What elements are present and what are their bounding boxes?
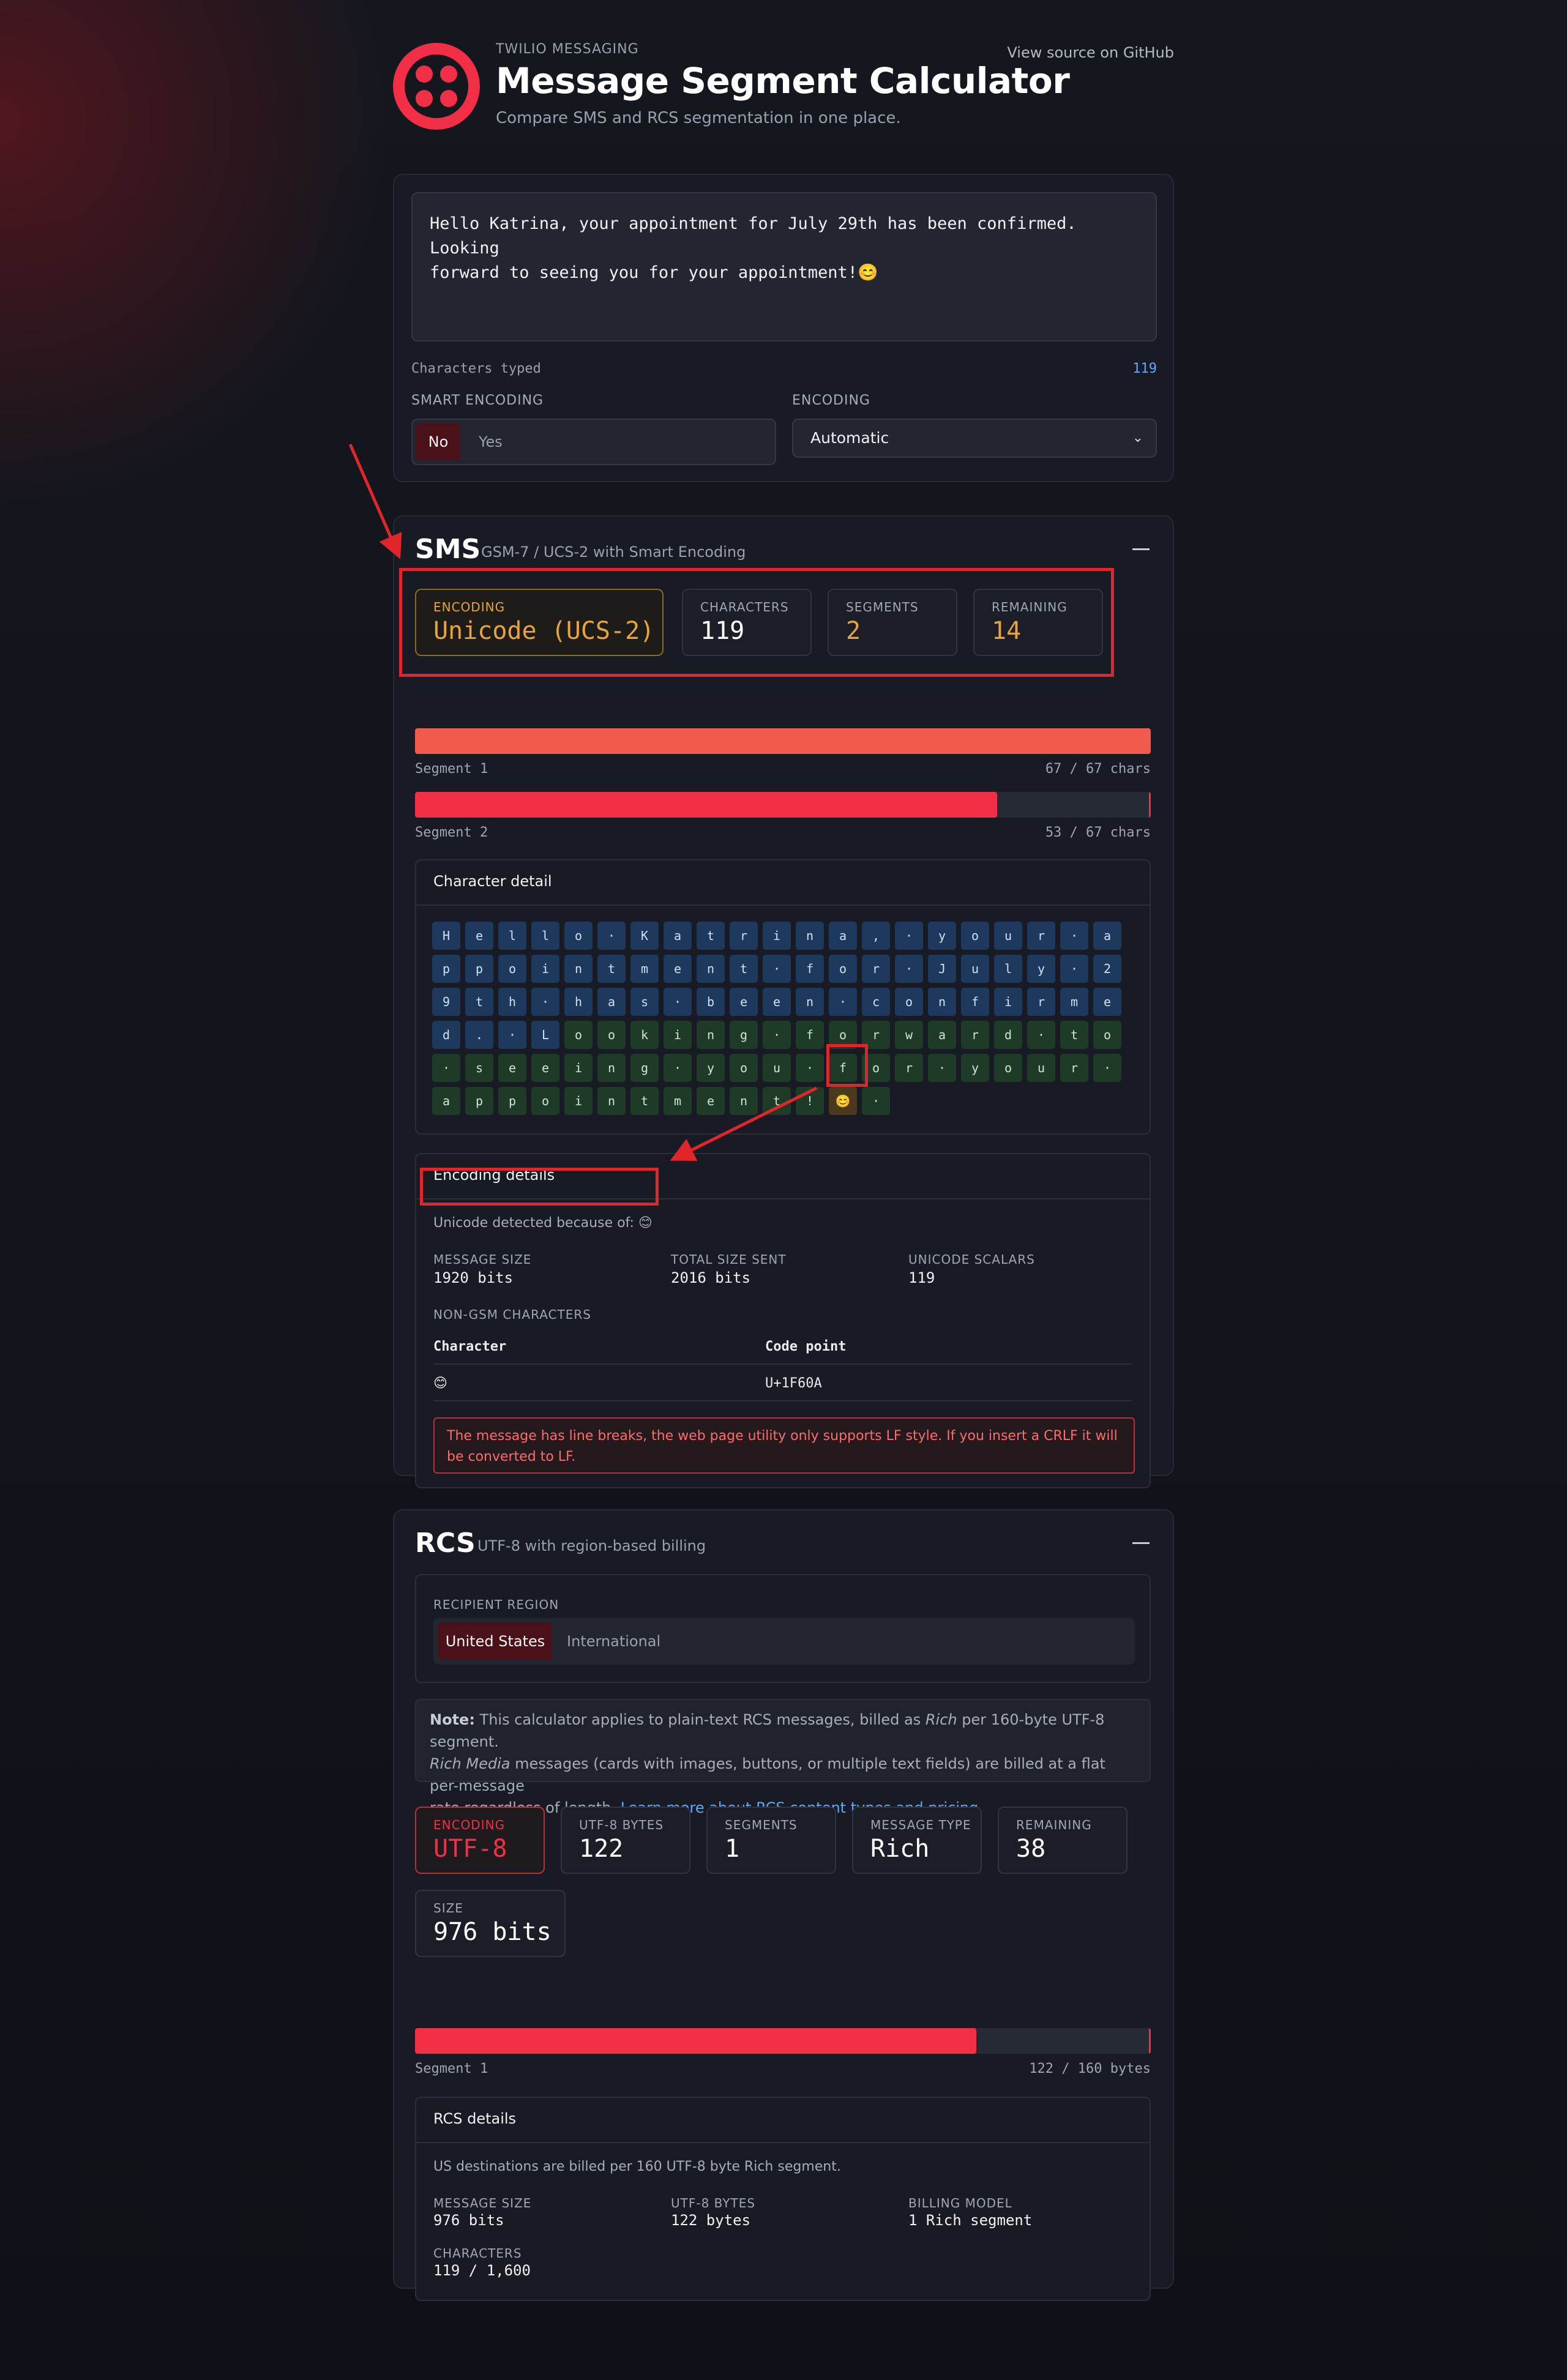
annotation-arrow-2 <box>670 1086 818 1161</box>
annotation-arrow-1 <box>348 443 402 559</box>
annotation-arrows <box>348 443 818 1161</box>
